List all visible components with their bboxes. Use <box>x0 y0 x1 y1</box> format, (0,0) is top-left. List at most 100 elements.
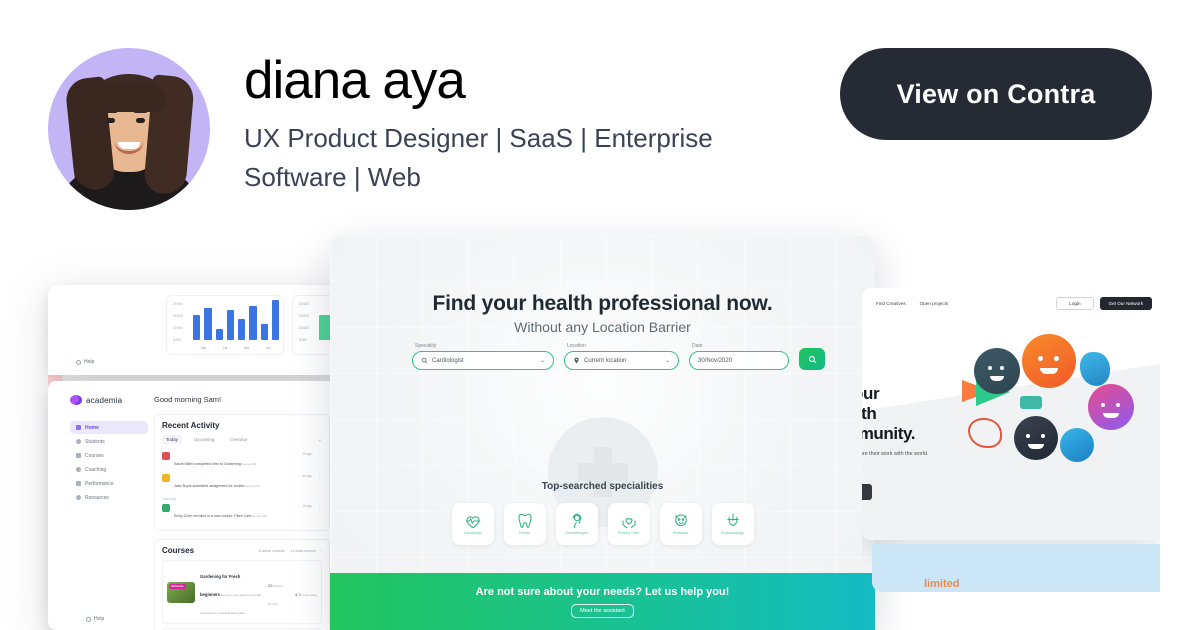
dashboard-sidebar: academia Home Students Courses Coaching Perf… <box>62 381 148 630</box>
eye-dot <box>988 366 992 370</box>
activity-subtitle: Course 310 <box>251 514 267 518</box>
speciality-card-pediatrics[interactable]: Pediatrics <box>659 503 702 545</box>
chevron-down-icon[interactable]: ⌄ <box>665 357 670 364</box>
tab-today[interactable]: Today <box>162 435 183 444</box>
speciality-card-dental[interactable]: Dental <box>503 503 546 545</box>
academia-logo-icon <box>70 395 82 405</box>
project-card-community[interactable]: Find Creatives Open projects Login Get O… <box>862 288 1160 630</box>
y-tick: 10,000 <box>173 326 183 330</box>
more-icon[interactable]: ⋮ <box>316 474 322 480</box>
nav-icon <box>76 495 81 500</box>
sidebar-item-performance[interactable]: Performance <box>70 477 148 490</box>
sidebar-item-resources[interactable]: Resources <box>70 491 148 504</box>
cta-square-button[interactable] <box>862 484 872 500</box>
activity-text: Sarah Miller completed Intro to Gardenin… <box>174 452 292 470</box>
chart-bar <box>260 324 268 340</box>
meet-the-assistant-button[interactable]: Meet the assistant <box>571 603 634 618</box>
help-link[interactable]: Help <box>86 616 104 622</box>
location-field-group: Location Current location ⌄ <box>564 343 679 370</box>
project-card-health-finder[interactable]: Find your health professional now. Witho… <box>330 235 875 630</box>
nav-icon <box>76 425 81 430</box>
speciality-input[interactable]: Cardiologist ⌄ <box>412 351 554 370</box>
x-tick: May <box>243 346 250 350</box>
y-tick: 15,000 <box>173 314 183 318</box>
date-value: 30/Nov/2020 <box>698 357 733 364</box>
activity-title: Jake Boyle submitted assignment for revi… <box>174 484 245 488</box>
nav-open-projects[interactable]: Open projects <box>920 301 949 306</box>
sidebar-item-label: Coaching <box>85 466 107 473</box>
activity-text: Jake Boyle submitted assignment for revi… <box>174 474 292 492</box>
speciality-card-primary-care[interactable]: Primary Care <box>607 503 650 545</box>
book-illustration <box>1020 396 1042 409</box>
nav-icon <box>76 453 81 458</box>
get-our-network-button[interactable]: Get Our Network <box>1099 297 1152 310</box>
activity-title: Emily Chen enrolled in a new course: Pla… <box>174 514 252 518</box>
community-paragraph: can share their work with the world. <box>862 451 929 457</box>
students-stat: 22Students Enrolled <box>268 574 290 610</box>
sidebar-item-courses[interactable]: Courses <box>70 449 148 462</box>
avatar-brow-left <box>104 110 117 113</box>
students-label: Students Enrolled <box>268 585 284 606</box>
courses-header: Courses 6 active courses 14 total course… <box>162 546 322 555</box>
eye-dot <box>1038 356 1043 361</box>
eye-dot <box>1041 434 1045 438</box>
date-input[interactable]: 30/Nov/2020 <box>689 351 789 370</box>
search-submit-button[interactable] <box>799 348 825 370</box>
chart-x-axis: Mar Apr May Jun <box>193 346 279 350</box>
page-bottom-heading: limited <box>924 578 960 588</box>
chevron-down-icon[interactable]: ⌄ <box>318 437 322 443</box>
table-row[interactable]: Exclusive Gardening for Fresh beginnersDi… <box>162 560 322 624</box>
chart-bar <box>249 305 257 340</box>
list-item[interactable]: Jake Boyle submitted assignment for revi… <box>162 472 322 494</box>
chevron-down-icon[interactable]: ⌄ <box>540 357 545 364</box>
nav-icon <box>76 481 81 486</box>
chart-bar <box>271 300 279 340</box>
x-tick: Mar <box>201 346 207 350</box>
search-icon <box>421 357 428 364</box>
speciality-card-cardiology[interactable]: Cardiology <box>451 503 494 545</box>
headline-line-2: with <box>862 404 877 424</box>
eye-dot <box>1026 434 1030 438</box>
more-icon[interactable]: ⋮ <box>316 504 322 510</box>
profile-heading-block: diana aya UX Product Designer | SaaS | E… <box>244 52 814 197</box>
location-input[interactable]: Current location ⌄ <box>564 351 679 370</box>
sidebar-item-coaching[interactable]: Coaching <box>70 463 148 476</box>
panel-title: Courses <box>162 546 195 555</box>
navbar-actions: Login Get Our Network <box>1056 297 1152 310</box>
page-bottom-band <box>872 544 1160 592</box>
work-showcase: 20,000 15,000 10,000 5,000 Mar Apr May J… <box>0 230 1200 630</box>
chart-bar <box>193 315 201 340</box>
more-icon[interactable]: ⋮ <box>316 452 322 458</box>
speciality-card-endocrinology[interactable]: Endocrinology <box>711 503 754 545</box>
smile-shape <box>990 376 1004 381</box>
speciality-card-dermatologist[interactable]: Dermatologist <box>555 503 598 545</box>
map-pin-icon <box>574 357 579 364</box>
page-title: diana aya <box>244 51 466 110</box>
view-on-contra-button[interactable]: View on Contra <box>840 48 1152 140</box>
activity-day-label: Yesterday <box>162 497 177 501</box>
list-item[interactable]: Emily Chen enrolled in a new course: Pla… <box>162 502 322 524</box>
eye-dot <box>1000 366 1004 370</box>
chevron-icon[interactable]: › <box>316 548 322 554</box>
course-thumbnail: Exclusive <box>167 581 195 603</box>
nav-find-creatives[interactable]: Find Creatives <box>876 301 906 306</box>
login-button[interactable]: Login <box>1056 297 1094 310</box>
eye-dot <box>1054 356 1059 361</box>
tab-overdue[interactable]: Overdue <box>226 435 251 444</box>
help-link[interactable]: Help <box>76 359 94 365</box>
profile-tagline: UX Product Designer | SaaS | Enterprise … <box>244 123 713 193</box>
sidebar-item-students[interactable]: Students <box>70 435 148 448</box>
chart-y-axis: 20,000 15,000 10,000 5,000 <box>173 302 191 342</box>
smile-shape <box>1028 444 1044 449</box>
sidebar-item-home[interactable]: Home <box>70 421 148 434</box>
eye-dot <box>1116 403 1120 407</box>
tab-upcoming[interactable]: Upcoming <box>190 435 218 444</box>
dashboard-content: Good morning Sam! Recent Activity Today … <box>148 381 340 630</box>
baby-icon <box>674 514 687 527</box>
assistant-banner-text: Are not sure about your needs? Let us he… <box>475 585 730 598</box>
y-tick: 10,000 <box>299 326 309 330</box>
list-item[interactable]: Sarah Miller completed Intro to Gardenin… <box>162 450 322 472</box>
project-card-academia[interactable]: 20,000 15,000 10,000 5,000 Mar Apr May J… <box>48 285 340 630</box>
date-field-group: Date 30/Nov/2020 <box>689 343 789 370</box>
activity-subtitle: Course 108 <box>244 484 260 488</box>
